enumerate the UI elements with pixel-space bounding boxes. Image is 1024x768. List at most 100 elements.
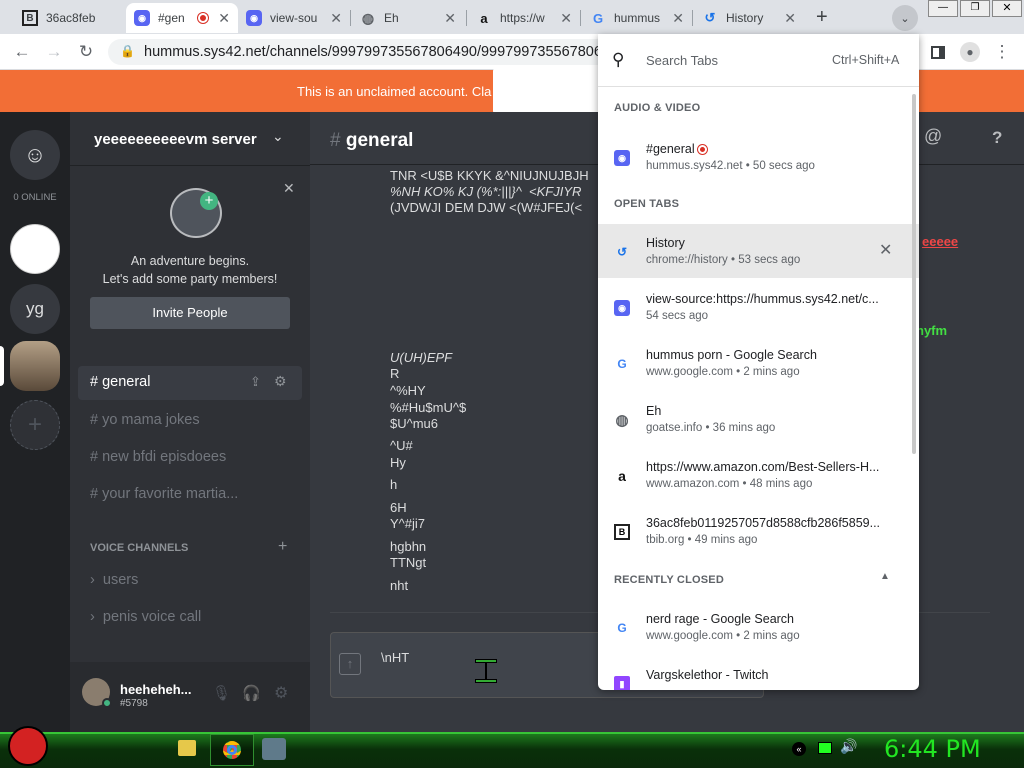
guild-selected-server[interactable] bbox=[10, 341, 60, 391]
channel-general-label: # general bbox=[90, 374, 151, 390]
google-icon: G bbox=[617, 621, 627, 635]
search-icon: ⚲ bbox=[612, 50, 625, 69]
taskbar-app-icon[interactable] bbox=[262, 738, 286, 760]
guild-yg[interactable]: yg bbox=[10, 284, 60, 334]
section-recently-closed: RECENTLY CLOSED bbox=[614, 574, 724, 586]
tab-history[interactable]: ↺ History ✕ bbox=[694, 3, 804, 33]
tab-result-eh[interactable]: ◍ Eh goatse.info • 36 mins ago bbox=[598, 392, 919, 446]
settings-gear-icon[interactable]: ⚙ bbox=[274, 683, 288, 703]
window-controls: — ❐ ✕ bbox=[928, 0, 1024, 18]
globe-icon: ◍ bbox=[361, 9, 375, 26]
taskbar-chrome[interactable] bbox=[210, 734, 254, 766]
menu-button[interactable]: ⋮ bbox=[990, 40, 1014, 64]
amazon-icon: a bbox=[618, 468, 626, 484]
tab-search-button[interactable]: ⌄ bbox=[892, 5, 918, 31]
welcome-heading: An adventure begins. bbox=[130, 254, 250, 268]
close-tab-icon[interactable]: ✕ bbox=[560, 10, 572, 27]
voice-channel-users[interactable]: › users bbox=[90, 572, 138, 588]
history-icon: ↺ bbox=[704, 10, 716, 25]
voice-channel-penis-voice-call[interactable]: › penis voice call bbox=[90, 609, 201, 625]
google-icon: G bbox=[617, 357, 627, 371]
forward-button[interactable]: → bbox=[42, 40, 66, 64]
tab-result-google[interactable]: G hummus porn - Google Search www.google… bbox=[598, 336, 919, 390]
network-icon[interactable] bbox=[818, 742, 832, 754]
user-tag: #5798 bbox=[120, 698, 148, 709]
close-icon[interactable]: ✕ bbox=[879, 240, 892, 260]
upload-icon[interactable]: ↑ bbox=[339, 653, 361, 675]
tab-result-history[interactable]: ↺ History chrome://history • 53 secs ago… bbox=[598, 224, 919, 278]
tab-view-source[interactable]: ◉ view-sou ✕ bbox=[238, 3, 350, 33]
add-member-icon: + bbox=[200, 192, 218, 210]
tbib-icon: B bbox=[22, 10, 38, 26]
close-tab-icon[interactable]: ✕ bbox=[444, 10, 456, 27]
invite-icon[interactable]: ⇪ bbox=[250, 374, 261, 390]
mention-icon[interactable]: @ bbox=[924, 126, 948, 150]
message-line: ^%HY bbox=[390, 383, 426, 398]
avatar-icon: ● bbox=[960, 42, 980, 62]
tab-result-amazon[interactable]: a https://www.amazon.com/Best-Sellers-H.… bbox=[598, 448, 919, 502]
start-button[interactable] bbox=[8, 726, 48, 766]
tab-result-view-source[interactable]: ◉ view-source:https://hummus.sys42.net/c… bbox=[598, 280, 919, 334]
section-audio-video: AUDIO & VIDEO bbox=[614, 102, 701, 114]
message-fragment: nyfm bbox=[916, 323, 948, 338]
tab-result-tbib[interactable]: B 36ac8feb0119257057d8588cfb286f5859... … bbox=[598, 504, 919, 558]
folder-icon[interactable] bbox=[178, 740, 196, 756]
guild-wojak[interactable] bbox=[10, 224, 60, 274]
tab-search-input[interactable]: Search Tabs bbox=[646, 53, 718, 68]
channel-new-bfdi[interactable]: # new bfdi episdoees bbox=[90, 449, 226, 465]
channel-title: # general bbox=[330, 130, 414, 151]
discord-icon: ◉ bbox=[614, 150, 630, 166]
help-icon[interactable]: ? bbox=[992, 128, 1002, 148]
profile-button[interactable]: ● bbox=[958, 40, 982, 64]
gear-icon[interactable]: ⚙ bbox=[274, 373, 287, 390]
server-header[interactable]: yeeeeeeeeeevm server ⌄ bbox=[70, 112, 310, 166]
selected-indicator bbox=[0, 346, 4, 386]
discord-icon: ◉ bbox=[614, 300, 630, 316]
closed-result-twitch[interactable]: ▮ Vargskelethor - Twitch bbox=[598, 656, 919, 690]
user-panel: heeheheh... #5798 🎙 🎧 ⚙ bbox=[70, 662, 310, 732]
clock[interactable]: 6:44 PM bbox=[884, 735, 981, 763]
volume-icon[interactable]: 🔊 bbox=[840, 738, 857, 755]
add-voice-channel-icon[interactable]: + bbox=[278, 538, 287, 556]
cursor-icon bbox=[475, 659, 497, 685]
closed-result-nerd-rage[interactable]: G nerd rage - Google Search www.google.c… bbox=[598, 600, 919, 654]
lock-icon: 🔒 bbox=[120, 44, 135, 58]
add-server-button[interactable]: + bbox=[10, 400, 60, 450]
reload-button[interactable]: ↻ bbox=[74, 40, 98, 64]
discord-icon: ◉ bbox=[134, 10, 150, 26]
tray-arrow-icon[interactable]: « bbox=[792, 742, 806, 756]
channel-yo-mama-jokes[interactable]: # yo mama jokes bbox=[90, 412, 200, 428]
back-button[interactable]: ← bbox=[10, 40, 34, 64]
tbib-icon: B bbox=[614, 524, 630, 540]
minimize-button[interactable]: — bbox=[928, 0, 958, 17]
online-count: 0 ONLINE bbox=[13, 192, 57, 203]
tab-result-general[interactable]: ◉ #general hummus.sys42.net • 50 secs ag… bbox=[598, 130, 919, 184]
tab-google[interactable]: G hummus ✕ bbox=[582, 3, 692, 33]
side-panel-button[interactable] bbox=[926, 40, 950, 64]
close-tab-icon[interactable]: ✕ bbox=[330, 10, 342, 27]
server-list: ☺ 0 ONLINE yg + bbox=[0, 112, 70, 732]
chrome-icon bbox=[223, 741, 241, 759]
home-button[interactable]: ☺ bbox=[10, 130, 60, 180]
online-status-icon bbox=[102, 698, 112, 708]
tab-tbib[interactable]: B 36ac8feb bbox=[14, 3, 126, 33]
tab-discord-general[interactable]: ◉ #gen ✕ bbox=[126, 3, 238, 33]
close-tab-icon[interactable]: ✕ bbox=[218, 10, 230, 27]
close-window-button[interactable]: ✕ bbox=[992, 0, 1022, 17]
invite-people-button[interactable]: Invite People bbox=[90, 297, 290, 329]
tab-amazon[interactable]: a https://w ✕ bbox=[468, 3, 580, 33]
microphone-icon[interactable]: 🎙 bbox=[212, 684, 231, 702]
collapse-icon[interactable]: ▲ bbox=[880, 571, 890, 582]
side-panel-icon bbox=[931, 45, 945, 59]
close-icon[interactable]: ✕ bbox=[283, 180, 295, 197]
restore-button[interactable]: ❐ bbox=[960, 0, 990, 17]
new-tab-button[interactable]: + bbox=[816, 6, 828, 29]
reload-icon: ↻ bbox=[78, 42, 94, 61]
google-icon: G bbox=[592, 10, 604, 26]
close-tab-icon[interactable]: ✕ bbox=[784, 10, 796, 27]
headphones-icon[interactable]: 🎧 bbox=[242, 684, 261, 702]
close-tab-icon[interactable]: ✕ bbox=[672, 10, 684, 27]
tab-eh[interactable]: ◍ Eh ✕ bbox=[352, 3, 464, 33]
channel-favorite-martial[interactable]: # your favorite martia... bbox=[90, 486, 238, 502]
scrollbar[interactable] bbox=[912, 94, 916, 454]
